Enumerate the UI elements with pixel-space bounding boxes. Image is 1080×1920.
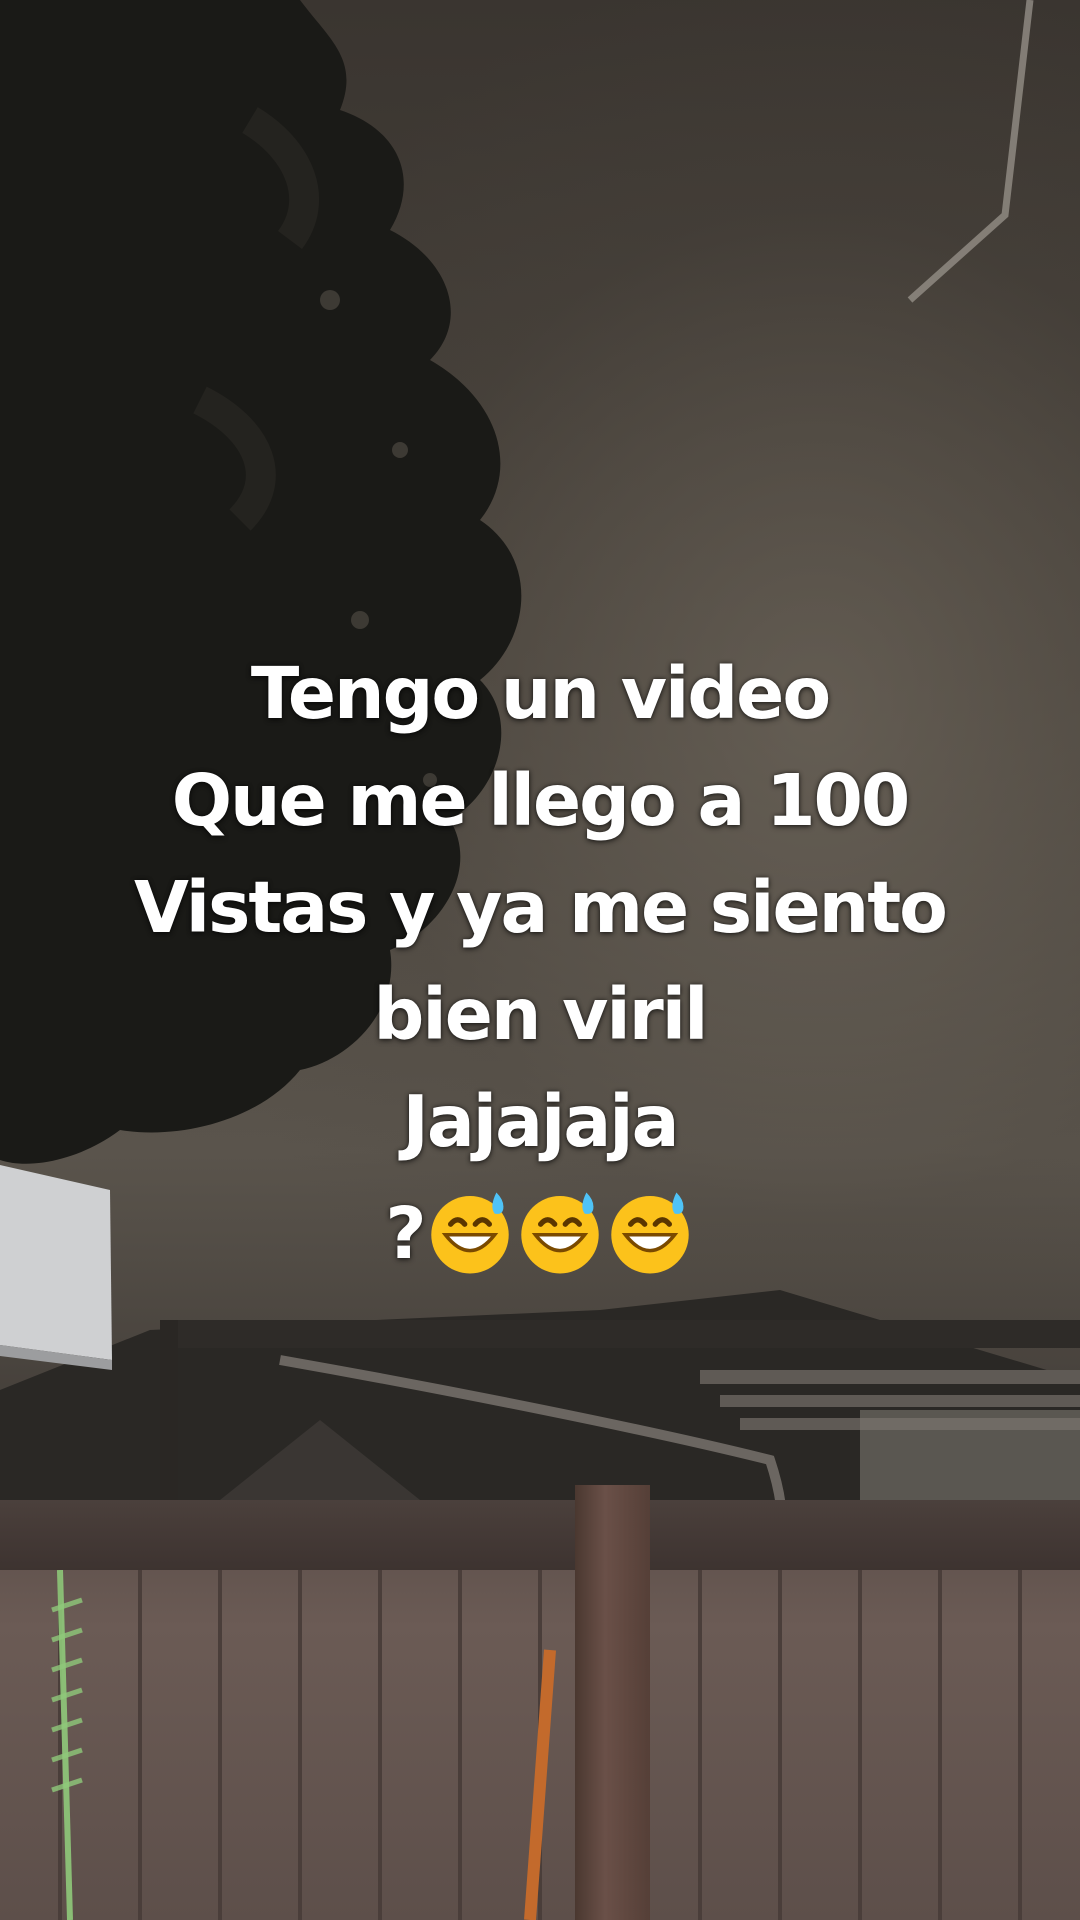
video-caption: Tengo un video Que me llego a 100 Vistas… <box>60 640 1020 1282</box>
caption-line-1: Tengo un video <box>250 652 831 735</box>
fence-post <box>575 1485 650 1920</box>
caption-line-5: Jajajaja <box>402 1080 679 1163</box>
caption-emoji-row: ? <box>60 1175 1020 1282</box>
fence-top-rail <box>0 1500 1080 1570</box>
grinning-sweat-face-icon <box>520 1192 599 1274</box>
caption-line-3: Vistas y ya me siento <box>134 866 948 949</box>
grinning-sweat-face-icon <box>430 1192 509 1274</box>
video-frame[interactable]: Tengo un video Que me llego a 100 Vistas… <box>0 0 1080 1920</box>
caption-line-4: bien viril <box>373 973 709 1056</box>
fence-boards <box>51 1570 1022 1920</box>
caption-line-2: Que me llego a 100 <box>171 759 911 842</box>
caption-question-mark: ? <box>385 1191 426 1275</box>
grinning-sweat-face-icon <box>610 1192 689 1274</box>
